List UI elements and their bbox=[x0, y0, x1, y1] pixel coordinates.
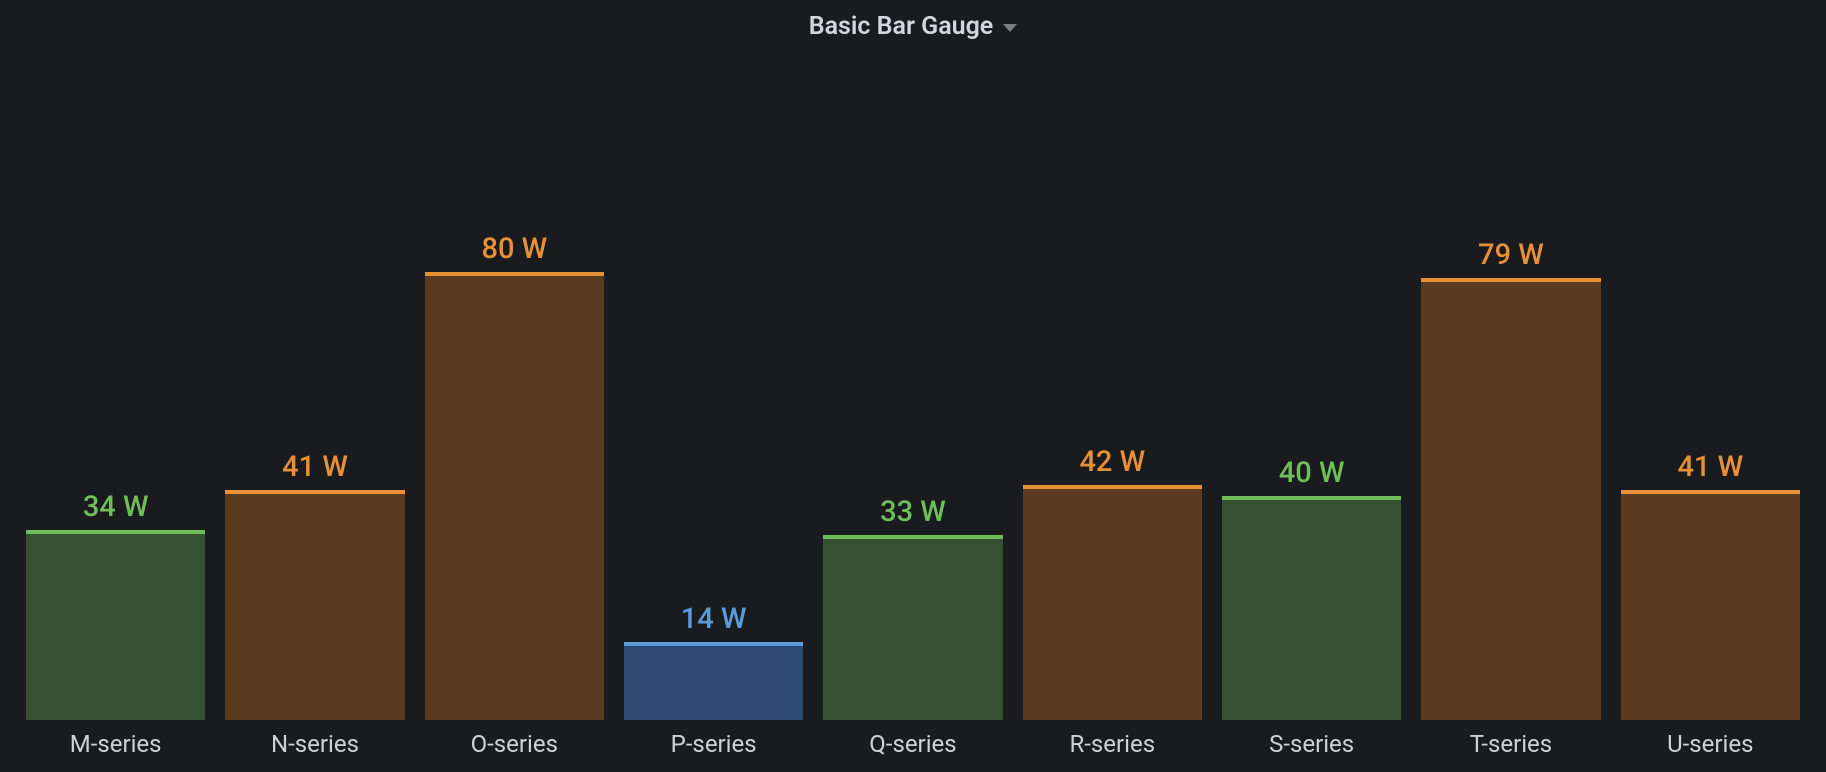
gauge-category: R-series bbox=[1023, 720, 1202, 764]
bar-gauge-panel: Basic Bar Gauge 34 W M-series 41 W N-ser… bbox=[0, 0, 1826, 772]
gauge-category: O-series bbox=[425, 720, 604, 764]
gauge-fill bbox=[26, 530, 205, 720]
gauge-bar: 41 W U-series bbox=[1621, 51, 1800, 764]
chevron-down-icon bbox=[1003, 24, 1017, 32]
gauge-fill bbox=[425, 272, 604, 720]
gauge-category: M-series bbox=[26, 720, 205, 764]
gauge-bar: 33 W Q-series bbox=[823, 51, 1002, 764]
gauge-value: 14 W bbox=[624, 602, 803, 636]
gauge-category: S-series bbox=[1222, 720, 1401, 764]
gauge-value: 33 W bbox=[823, 495, 1002, 529]
gauge-category: N-series bbox=[225, 720, 404, 764]
gauge-bar: 14 W P-series bbox=[624, 51, 803, 764]
gauge-category: U-series bbox=[1621, 720, 1800, 764]
gauge-fill bbox=[1023, 485, 1202, 720]
gauge-fill bbox=[225, 490, 404, 720]
gauge-value: 42 W bbox=[1023, 445, 1202, 479]
gauge-value: 41 W bbox=[1621, 450, 1800, 484]
gauge-fill bbox=[1421, 278, 1600, 720]
gauge-bar: 79 W T-series bbox=[1421, 51, 1600, 764]
gauge-category: P-series bbox=[624, 720, 803, 764]
gauge-bar: 34 W M-series bbox=[26, 51, 205, 764]
gauge-category: Q-series bbox=[823, 720, 1002, 764]
panel-title-text: Basic Bar Gauge bbox=[809, 12, 994, 41]
gauge-fill bbox=[823, 535, 1002, 720]
gauge-fill bbox=[624, 642, 803, 720]
gauge-value: 79 W bbox=[1421, 238, 1600, 272]
gauge-value: 40 W bbox=[1222, 456, 1401, 490]
gauge-value: 80 W bbox=[425, 232, 604, 266]
gauge-fill bbox=[1222, 496, 1401, 720]
gauge-bar: 42 W R-series bbox=[1023, 51, 1202, 764]
gauge-value: 34 W bbox=[26, 490, 205, 524]
gauge-category: T-series bbox=[1421, 720, 1600, 764]
panel-title[interactable]: Basic Bar Gauge bbox=[0, 0, 1826, 51]
gauge-bar: 41 W N-series bbox=[225, 51, 404, 764]
gauge-bar: 80 W O-series bbox=[425, 51, 604, 764]
gauge-value: 41 W bbox=[225, 450, 404, 484]
gauge-bar: 40 W S-series bbox=[1222, 51, 1401, 764]
chart-area: 34 W M-series 41 W N-series 80 W O-serie… bbox=[0, 51, 1826, 772]
gauge-fill bbox=[1621, 490, 1800, 720]
